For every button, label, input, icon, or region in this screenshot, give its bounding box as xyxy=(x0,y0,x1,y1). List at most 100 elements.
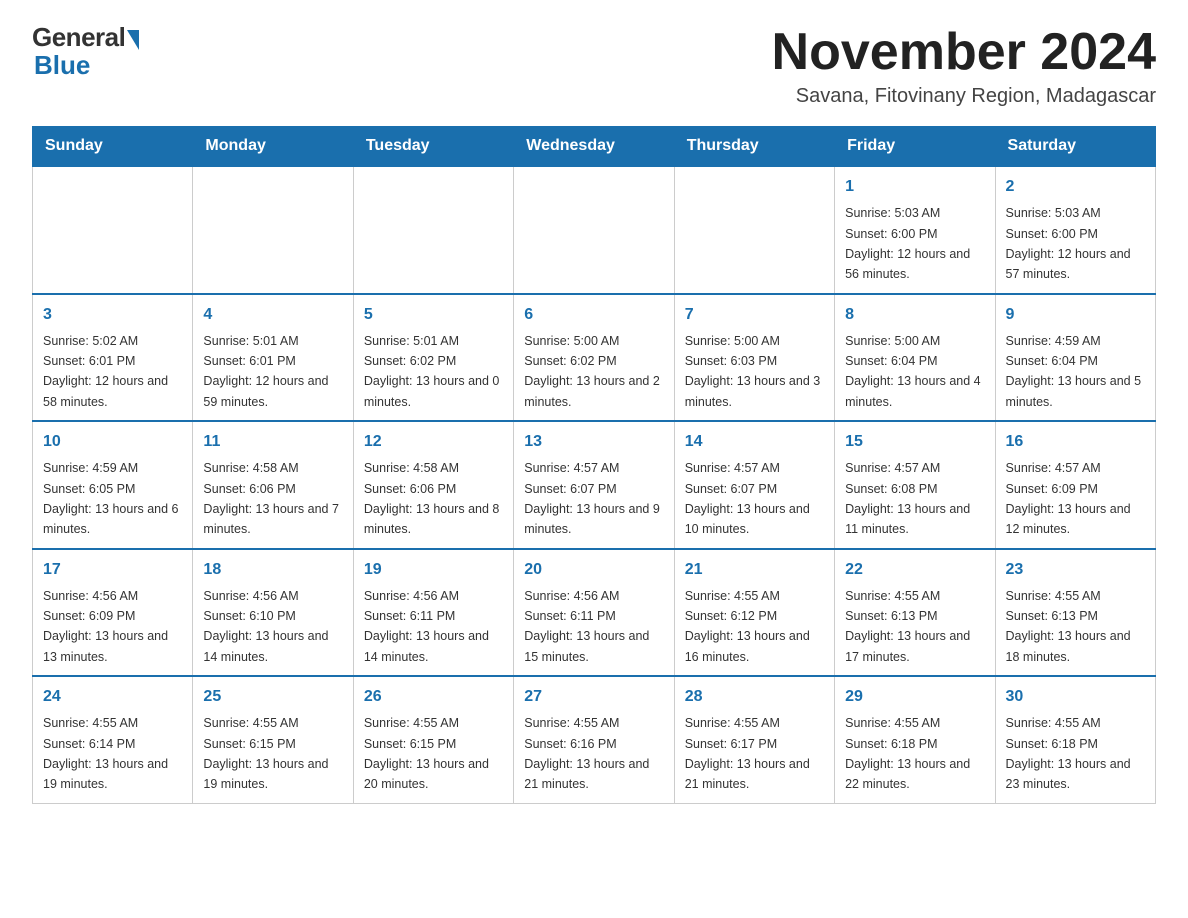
day-number: 24 xyxy=(43,685,182,709)
day-info: Sunrise: 4:55 AM Sunset: 6:15 PM Dayligh… xyxy=(364,716,489,791)
day-number: 5 xyxy=(364,303,503,327)
calendar-day-cell: 13 Sunrise: 4:57 AM Sunset: 6:07 PM Dayli… xyxy=(514,421,674,549)
day-info: Sunrise: 4:55 AM Sunset: 6:16 PM Dayligh… xyxy=(524,716,649,791)
logo-text-blue: Blue xyxy=(34,50,90,80)
weekday-header-sunday: Sunday xyxy=(33,127,193,167)
day-info: Sunrise: 4:55 AM Sunset: 6:13 PM Dayligh… xyxy=(1006,589,1131,664)
calendar-day-cell: 8Sunrise: 5:00 AM Sunset: 6:04 PM Daylig… xyxy=(835,294,995,422)
calendar-day-cell xyxy=(674,166,834,294)
calendar-week-row: 24 Sunrise: 4:55 AM Sunset: 6:14 PM Dayli… xyxy=(33,676,1156,803)
calendar-day-cell: 9 Sunrise: 4:59 AM Sunset: 6:04 PM Daylig… xyxy=(995,294,1155,422)
weekday-header-thursday: Thursday xyxy=(674,127,834,167)
day-info: Sunrise: 5:01 AM Sunset: 6:02 PM Dayligh… xyxy=(364,334,500,409)
day-number: 12 xyxy=(364,430,503,454)
day-number: 30 xyxy=(1006,685,1145,709)
calendar-week-row: 1 Sunrise: 5:03 AM Sunset: 6:00 PM Daylig… xyxy=(33,166,1156,294)
day-number: 23 xyxy=(1006,558,1145,582)
day-number: 25 xyxy=(203,685,342,709)
day-info: Sunrise: 4:57 AM Sunset: 6:07 PM Dayligh… xyxy=(685,461,810,536)
calendar-day-cell: 18 Sunrise: 4:56 AM Sunset: 6:10 PM Dayli… xyxy=(193,549,353,677)
weekday-header-friday: Friday xyxy=(835,127,995,167)
day-number: 18 xyxy=(203,558,342,582)
logo: General Blue xyxy=(32,24,139,78)
title-area: November 2024 Savana, Fitovinany Region,… xyxy=(772,24,1156,108)
day-number: 16 xyxy=(1006,430,1145,454)
day-number: 11 xyxy=(203,430,342,454)
day-number: 9 xyxy=(1006,303,1145,327)
day-number: 4 xyxy=(203,303,342,327)
day-number: 17 xyxy=(43,558,182,582)
calendar-day-cell: 30Sunrise: 4:55 AM Sunset: 6:18 PM Dayli… xyxy=(995,676,1155,803)
day-number: 20 xyxy=(524,558,663,582)
calendar-day-cell: 21 Sunrise: 4:55 AM Sunset: 6:12 PM Dayli… xyxy=(674,549,834,677)
calendar-day-cell xyxy=(514,166,674,294)
day-info: Sunrise: 4:56 AM Sunset: 6:11 PM Dayligh… xyxy=(364,589,489,664)
weekday-header-saturday: Saturday xyxy=(995,127,1155,167)
calendar-day-cell: 28 Sunrise: 4:55 AM Sunset: 6:17 PM Dayli… xyxy=(674,676,834,803)
calendar-day-cell: 7 Sunrise: 5:00 AM Sunset: 6:03 PM Daylig… xyxy=(674,294,834,422)
calendar-day-cell: 14 Sunrise: 4:57 AM Sunset: 6:07 PM Dayli… xyxy=(674,421,834,549)
calendar-day-cell: 10Sunrise: 4:59 AM Sunset: 6:05 PM Dayli… xyxy=(33,421,193,549)
day-info: Sunrise: 5:00 AM Sunset: 6:02 PM Dayligh… xyxy=(524,334,660,409)
calendar-day-cell: 20 Sunrise: 4:56 AM Sunset: 6:11 PM Dayli… xyxy=(514,549,674,677)
calendar-week-row: 10Sunrise: 4:59 AM Sunset: 6:05 PM Dayli… xyxy=(33,421,1156,549)
calendar-day-cell: 6Sunrise: 5:00 AM Sunset: 6:02 PM Daylig… xyxy=(514,294,674,422)
day-number: 19 xyxy=(364,558,503,582)
day-number: 14 xyxy=(685,430,824,454)
day-info: Sunrise: 4:56 AM Sunset: 6:11 PM Dayligh… xyxy=(524,589,649,664)
calendar-day-cell: 29 Sunrise: 4:55 AM Sunset: 6:18 PM Dayli… xyxy=(835,676,995,803)
day-info: Sunrise: 4:55 AM Sunset: 6:14 PM Dayligh… xyxy=(43,716,168,791)
day-info: Sunrise: 4:58 AM Sunset: 6:06 PM Dayligh… xyxy=(364,461,500,536)
day-info: Sunrise: 4:57 AM Sunset: 6:08 PM Dayligh… xyxy=(845,461,970,536)
day-info: Sunrise: 4:55 AM Sunset: 6:13 PM Dayligh… xyxy=(845,589,970,664)
day-info: Sunrise: 4:55 AM Sunset: 6:17 PM Dayligh… xyxy=(685,716,810,791)
day-number: 10 xyxy=(43,430,182,454)
day-number: 28 xyxy=(685,685,824,709)
calendar-day-cell xyxy=(33,166,193,294)
day-info: Sunrise: 4:55 AM Sunset: 6:12 PM Dayligh… xyxy=(685,589,810,664)
calendar-week-row: 17 Sunrise: 4:56 AM Sunset: 6:09 PM Dayli… xyxy=(33,549,1156,677)
month-title: November 2024 xyxy=(772,24,1156,81)
day-info: Sunrise: 5:00 AM Sunset: 6:03 PM Dayligh… xyxy=(685,334,821,409)
calendar-day-cell: 5 Sunrise: 5:01 AM Sunset: 6:02 PM Daylig… xyxy=(353,294,513,422)
day-info: Sunrise: 4:56 AM Sunset: 6:09 PM Dayligh… xyxy=(43,589,168,664)
calendar-day-cell: 4Sunrise: 5:01 AM Sunset: 6:01 PM Daylig… xyxy=(193,294,353,422)
day-info: Sunrise: 4:57 AM Sunset: 6:07 PM Dayligh… xyxy=(524,461,660,536)
calendar-day-cell: 17 Sunrise: 4:56 AM Sunset: 6:09 PM Dayli… xyxy=(33,549,193,677)
day-number: 22 xyxy=(845,558,984,582)
calendar-day-cell: 1 Sunrise: 5:03 AM Sunset: 6:00 PM Daylig… xyxy=(835,166,995,294)
calendar-day-cell: 25Sunrise: 4:55 AM Sunset: 6:15 PM Dayli… xyxy=(193,676,353,803)
day-number: 13 xyxy=(524,430,663,454)
calendar-day-cell: 23 Sunrise: 4:55 AM Sunset: 6:13 PM Dayli… xyxy=(995,549,1155,677)
day-number: 2 xyxy=(1006,175,1145,199)
weekday-header-wednesday: Wednesday xyxy=(514,127,674,167)
calendar-day-cell: 22 Sunrise: 4:55 AM Sunset: 6:13 PM Dayli… xyxy=(835,549,995,677)
day-number: 29 xyxy=(845,685,984,709)
day-info: Sunrise: 4:55 AM Sunset: 6:18 PM Dayligh… xyxy=(845,716,970,791)
day-info: Sunrise: 4:57 AM Sunset: 6:09 PM Dayligh… xyxy=(1006,461,1131,536)
weekday-header-row: SundayMondayTuesdayWednesdayThursdayFrid… xyxy=(33,127,1156,167)
logo-triangle-icon xyxy=(127,30,139,50)
calendar-week-row: 3 Sunrise: 5:02 AM Sunset: 6:01 PM Daylig… xyxy=(33,294,1156,422)
day-info: Sunrise: 4:56 AM Sunset: 6:10 PM Dayligh… xyxy=(203,589,328,664)
calendar-table: SundayMondayTuesdayWednesdayThursdayFrid… xyxy=(32,126,1156,804)
day-number: 8 xyxy=(845,303,984,327)
calendar-day-cell xyxy=(193,166,353,294)
day-info: Sunrise: 5:03 AM Sunset: 6:00 PM Dayligh… xyxy=(845,206,970,281)
calendar-day-cell xyxy=(353,166,513,294)
day-info: Sunrise: 4:59 AM Sunset: 6:04 PM Dayligh… xyxy=(1006,334,1142,409)
day-info: Sunrise: 5:02 AM Sunset: 6:01 PM Dayligh… xyxy=(43,334,168,409)
calendar-day-cell: 11Sunrise: 4:58 AM Sunset: 6:06 PM Dayli… xyxy=(193,421,353,549)
calendar-day-cell: 27Sunrise: 4:55 AM Sunset: 6:16 PM Dayli… xyxy=(514,676,674,803)
calendar-day-cell: 2Sunrise: 5:03 AM Sunset: 6:00 PM Daylig… xyxy=(995,166,1155,294)
weekday-header-monday: Monday xyxy=(193,127,353,167)
day-number: 21 xyxy=(685,558,824,582)
day-number: 3 xyxy=(43,303,182,327)
day-number: 1 xyxy=(845,175,984,199)
day-number: 15 xyxy=(845,430,984,454)
calendar-day-cell: 16 Sunrise: 4:57 AM Sunset: 6:09 PM Dayli… xyxy=(995,421,1155,549)
logo-text-general: General xyxy=(32,22,125,52)
calendar-day-cell: 12 Sunrise: 4:58 AM Sunset: 6:06 PM Dayli… xyxy=(353,421,513,549)
day-number: 7 xyxy=(685,303,824,327)
weekday-header-tuesday: Tuesday xyxy=(353,127,513,167)
